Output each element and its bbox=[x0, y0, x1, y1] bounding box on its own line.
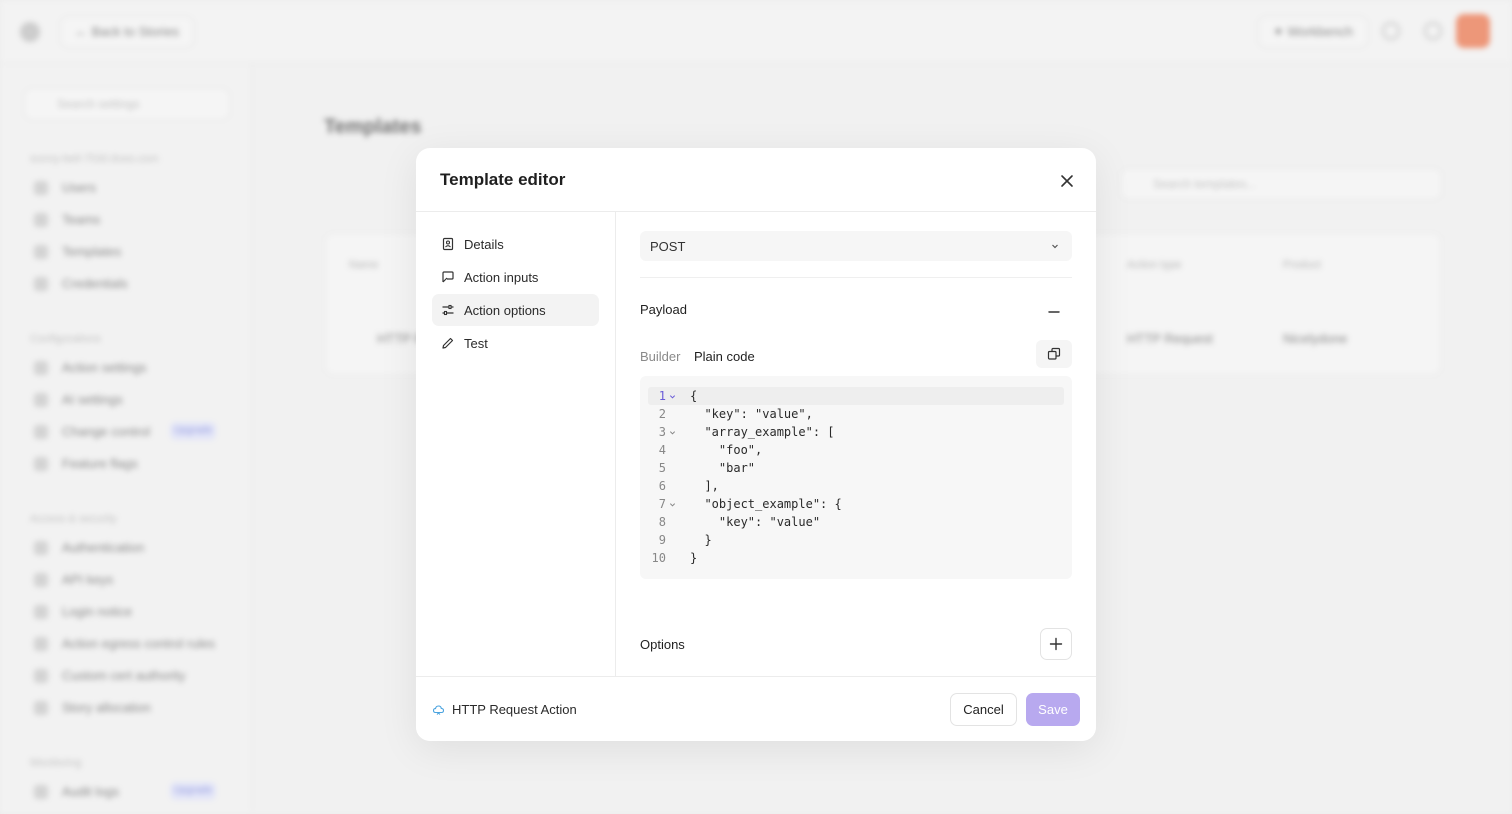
action-type-indicator: HTTP Request Action bbox=[432, 702, 577, 717]
chevron-down-icon bbox=[1052, 244, 1058, 249]
copy-button[interactable] bbox=[1036, 340, 1072, 368]
minus-icon bbox=[1048, 311, 1060, 313]
line-number: 9 bbox=[658, 533, 666, 547]
add-option-button[interactable] bbox=[1040, 628, 1072, 660]
code-line[interactable]: 3 "array_example": [ bbox=[648, 423, 1064, 441]
code-line[interactable]: 7 "object_example": { bbox=[648, 495, 1064, 513]
input-icon bbox=[442, 271, 454, 283]
sliders-icon bbox=[442, 304, 454, 316]
line-number: 2 bbox=[658, 407, 666, 421]
payload-label: Payload bbox=[640, 302, 687, 317]
nav-label: Details bbox=[464, 236, 504, 252]
code-line[interactable]: 9 } bbox=[648, 531, 1064, 549]
code-editor[interactable]: 1{2 "key": "value", 3 "array_example": [4… bbox=[640, 376, 1072, 579]
code-line[interactable]: 1{ bbox=[648, 387, 1064, 405]
code-text: "object_example": { bbox=[690, 497, 842, 511]
modal-title: Template editor bbox=[440, 170, 566, 189]
action-options-panel: POST Payload Builder Plain code 1{2 "key… bbox=[616, 212, 1096, 677]
code-line[interactable]: 2 "key": "value", bbox=[648, 405, 1064, 423]
fold-chevron-icon[interactable] bbox=[669, 423, 677, 441]
collapse-payload-button[interactable] bbox=[1044, 302, 1064, 322]
options-label: Options bbox=[640, 637, 685, 652]
id-card-icon bbox=[442, 237, 454, 251]
code-text: "key": "value" bbox=[690, 515, 821, 529]
pencil-icon bbox=[442, 337, 454, 349]
template-editor-modal: Template editor Details Action inputs Ac… bbox=[416, 148, 1096, 741]
code-line[interactable]: 5 "bar" bbox=[648, 459, 1064, 477]
code-text: "key": "value", bbox=[690, 407, 813, 421]
code-line[interactable]: 6 ], bbox=[648, 477, 1064, 495]
divider bbox=[640, 277, 1072, 278]
nav-label: Action inputs bbox=[464, 269, 539, 285]
code-text: "array_example": [ bbox=[690, 425, 835, 439]
tab-builder[interactable]: Builder bbox=[640, 349, 680, 364]
http-method-select[interactable]: POST bbox=[640, 231, 1072, 261]
line-number: 5 bbox=[658, 461, 666, 475]
line-number: 4 bbox=[658, 443, 666, 457]
code-text: "bar" bbox=[690, 461, 756, 475]
code-line[interactable]: 10} bbox=[648, 549, 1064, 567]
line-number: 10 bbox=[651, 551, 666, 565]
code-text: ], bbox=[690, 479, 719, 493]
cancel-button[interactable]: Cancel bbox=[950, 693, 1017, 726]
modal-header: Template editor bbox=[416, 148, 1096, 212]
nav-item-test[interactable]: Test bbox=[432, 327, 599, 359]
fold-chevron-icon[interactable] bbox=[669, 387, 677, 405]
code-text: } bbox=[690, 551, 698, 565]
code-text: } bbox=[690, 533, 712, 547]
code-line[interactable]: 4 "foo", bbox=[648, 441, 1064, 459]
modal-nav: Details Action inputs Action options Tes… bbox=[416, 212, 616, 677]
save-button[interactable]: Save bbox=[1026, 693, 1080, 726]
line-number: 3 bbox=[658, 425, 666, 439]
close-icon bbox=[1061, 175, 1073, 187]
line-number: 7 bbox=[658, 497, 666, 511]
nav-item-action-inputs[interactable]: Action inputs bbox=[432, 261, 599, 293]
plus-icon bbox=[1049, 637, 1063, 651]
fold-chevron-icon[interactable] bbox=[669, 495, 677, 513]
nav-label: Action options bbox=[464, 302, 546, 318]
code-text: { bbox=[690, 389, 698, 403]
action-type-label: HTTP Request Action bbox=[452, 702, 577, 717]
copy-icon bbox=[1047, 347, 1061, 360]
line-number: 1 bbox=[658, 389, 666, 403]
cloud-icon bbox=[432, 705, 445, 715]
http-method-value: POST bbox=[650, 238, 686, 254]
code-line[interactable]: 8 "key": "value" bbox=[648, 513, 1064, 531]
modal-footer: HTTP Request Action Cancel Save bbox=[416, 676, 1096, 741]
nav-item-action-options[interactable]: Action options bbox=[432, 294, 599, 326]
line-number: 6 bbox=[658, 479, 666, 493]
nav-label: Test bbox=[464, 335, 488, 351]
nav-item-details[interactable]: Details bbox=[432, 228, 599, 260]
line-number: 8 bbox=[658, 515, 666, 529]
tab-plain-code[interactable]: Plain code bbox=[694, 349, 755, 364]
code-text: "foo", bbox=[690, 443, 763, 457]
close-button[interactable] bbox=[1056, 170, 1078, 192]
